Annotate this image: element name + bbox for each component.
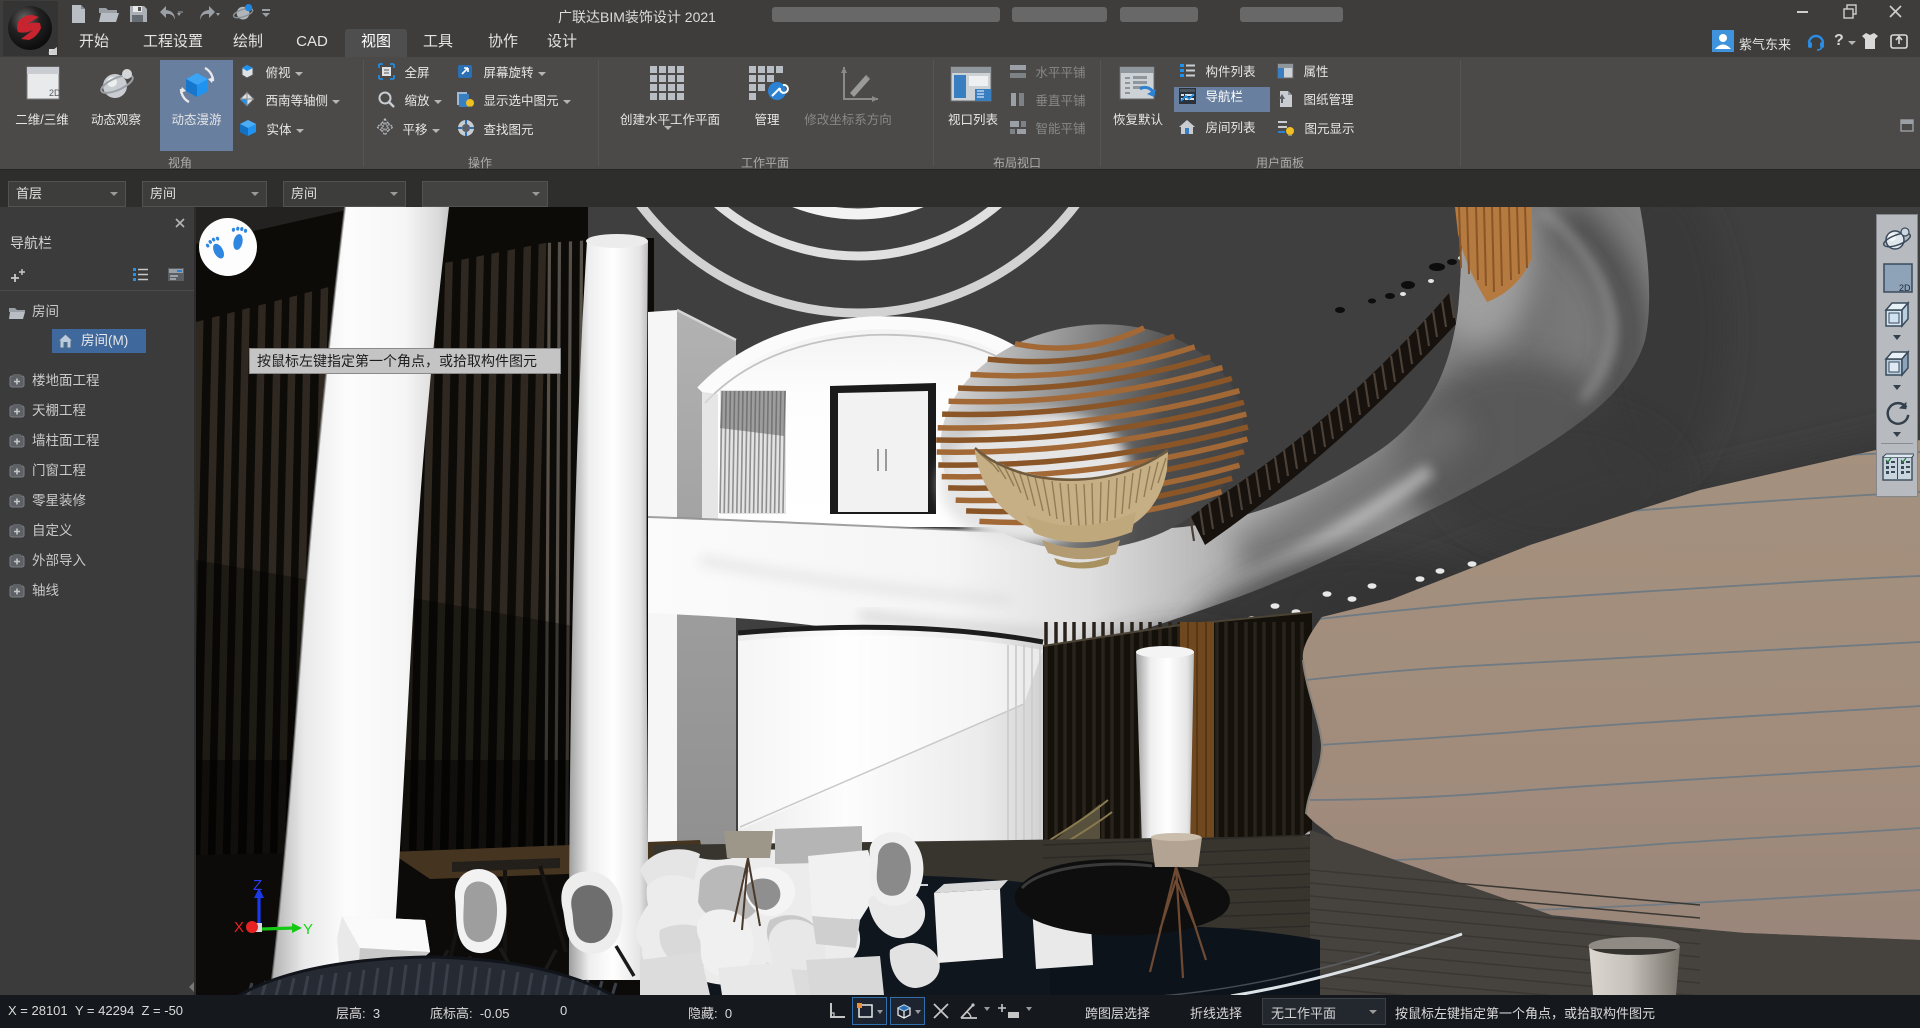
- svg-text:Y: Y: [303, 921, 313, 938]
- svg-text:2D: 2D: [1899, 283, 1911, 293]
- svg-text:Z: Z: [253, 877, 262, 894]
- svg-text:X: X: [234, 919, 244, 936]
- svg-text:2D: 2D: [49, 88, 61, 98]
